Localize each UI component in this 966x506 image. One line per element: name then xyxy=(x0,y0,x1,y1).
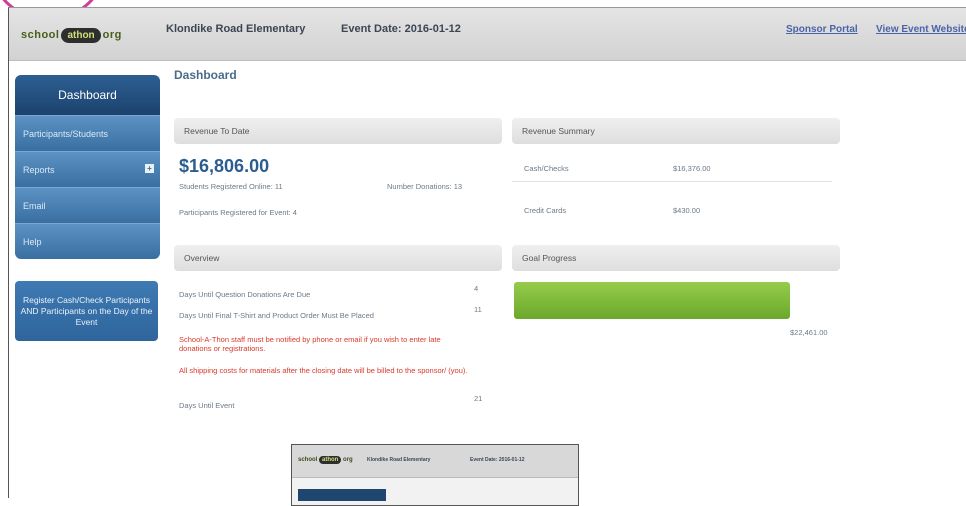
logo-text-mid: athon xyxy=(61,27,101,43)
students-registered-text: Students Registered Online: 11 xyxy=(179,182,283,191)
expand-plus-icon[interactable]: + xyxy=(145,164,154,173)
donation-days-value: 4 xyxy=(474,284,479,293)
thumbnail-school-name: Klondike Road Elementary xyxy=(367,457,431,463)
participants-registered-text: Participants Registered for Event: 4 xyxy=(179,208,297,217)
revenue-amount: $16,806.00 xyxy=(179,156,270,176)
sidebar-item-label: Reports xyxy=(23,164,55,175)
goal-amount: $22,461.00 xyxy=(790,328,828,337)
goal-progress-bar xyxy=(514,282,790,319)
sidebar-item-reports[interactable]: Reports + xyxy=(15,151,160,187)
overview-header: Overview xyxy=(174,245,502,271)
revenue-summary-header: Revenue Summary xyxy=(512,118,840,144)
page-title: Dashboard xyxy=(174,68,237,82)
sidebar-item-label: Help xyxy=(23,236,42,247)
thumbnail-event-date: Event Date: 2016-01-12 xyxy=(470,457,525,463)
thumbnail-dashboard-nav xyxy=(298,489,386,501)
event-days-value: 21 xyxy=(474,394,483,403)
event-days-label: Days Until Event xyxy=(179,401,235,410)
number-donations-text: Number Donations: 13 xyxy=(387,182,463,191)
summary-row-value: $16,376.00 xyxy=(673,164,711,173)
browser-frame: school athon org Klondike Road Elementar… xyxy=(8,7,966,506)
late-donations-note: School-A-Thon staff must be notified by … xyxy=(179,335,441,353)
event-date: Event Date: 2016-01-12 xyxy=(341,23,461,35)
tshirt-days-label: Days Until Final T-Shirt and Product Ord… xyxy=(179,311,374,320)
logo-text-right: org xyxy=(102,29,122,41)
summary-row-label: Cash/Checks xyxy=(524,164,569,173)
register-participants-button[interactable]: Register Cash/Check Participants AND Par… xyxy=(15,281,158,341)
screenshot-thumbnail: school athon org Klondike Road Elementar… xyxy=(291,444,579,506)
sidebar-item-label: Email xyxy=(23,200,46,211)
thumbnail-header: school athon org Klondike Road Elementar… xyxy=(292,445,578,478)
sidebar-item-help[interactable]: Help xyxy=(15,223,160,259)
site-logo[interactable]: school athon org xyxy=(21,26,122,44)
view-event-website-link[interactable]: View Event Website xyxy=(876,24,966,35)
revenue-to-date-header: Revenue To Date xyxy=(174,118,502,144)
thumbnail-logo-mid: athon xyxy=(319,456,342,464)
logo-text-left: school xyxy=(21,29,60,41)
donation-days-label: Days Until Question Donations Are Due xyxy=(179,290,311,299)
sidebar-nav: Dashboard Participants/Students Reports … xyxy=(15,75,160,259)
sidebar-item-label: Participants/Students xyxy=(23,128,109,139)
school-name: Klondike Road Elementary xyxy=(166,23,306,35)
thumbnail-logo-right: org xyxy=(343,457,353,463)
summary-row-value: $430.00 xyxy=(673,206,701,215)
summary-row-label: Credit Cards xyxy=(524,206,567,215)
sidebar-item-dashboard[interactable]: Dashboard xyxy=(15,75,160,115)
tshirt-days-value: 11 xyxy=(474,305,482,314)
sponsor-portal-link[interactable]: Sponsor Portal xyxy=(786,24,858,35)
summary-divider xyxy=(512,181,832,182)
top-header-bar: school athon org Klondike Road Elementar… xyxy=(9,8,966,61)
sidebar-item-participants[interactable]: Participants/Students xyxy=(15,115,160,151)
shipping-costs-note: All shipping costs for materials after t… xyxy=(179,366,468,375)
sidebar-item-email[interactable]: Email xyxy=(15,187,160,223)
goal-progress-header: Goal Progress xyxy=(512,245,840,271)
thumbnail-logo-left: school xyxy=(298,457,318,463)
thumbnail-logo: school athon org xyxy=(298,456,353,464)
